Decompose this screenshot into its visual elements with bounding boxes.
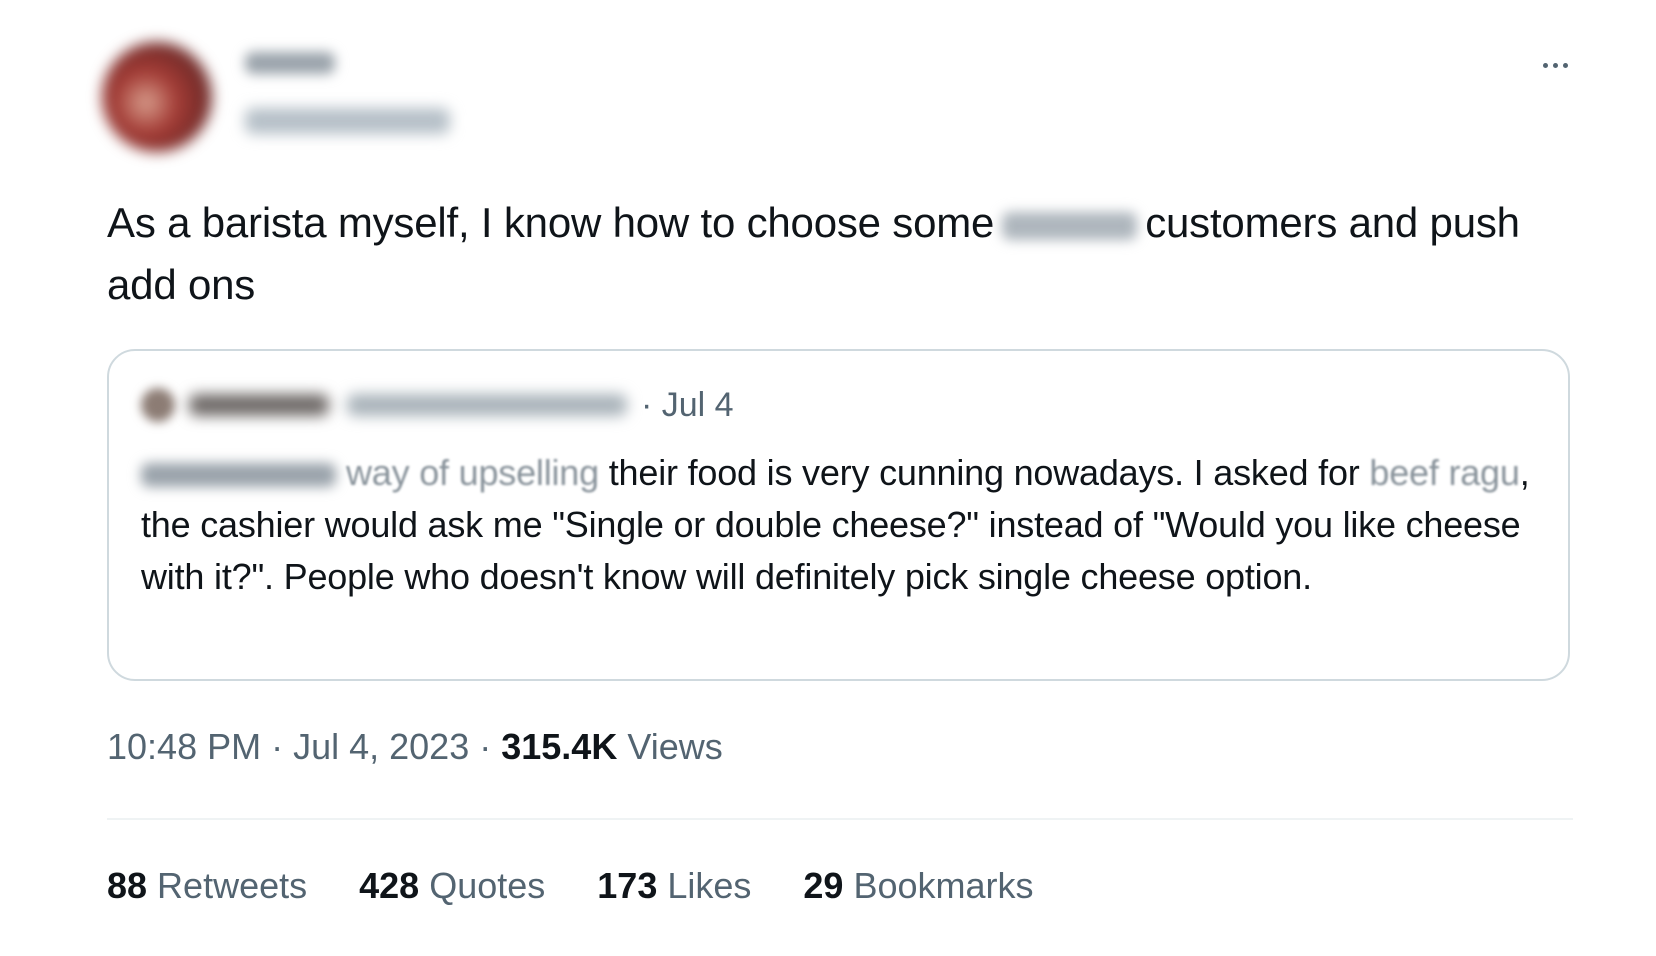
tweet-author-name-redacted[interactable]	[245, 52, 335, 74]
tweet-author-avatar[interactable]	[102, 42, 212, 152]
retweets-stat[interactable]: 88 Retweets	[107, 865, 307, 907]
likes-stat[interactable]: 173 Likes	[597, 865, 751, 907]
more-horizontal-icon	[1540, 62, 1570, 68]
quoted-author-name-redacted	[189, 394, 329, 416]
tweet-text: As a barista myself, I know how to choos…	[107, 192, 1587, 316]
quoted-text-faded: way of upselling	[346, 452, 599, 493]
quoted-tweet-date: · Jul 4	[641, 385, 734, 424]
bookmarks-count: 29	[803, 865, 844, 906]
quoted-text-redacted	[141, 463, 336, 488]
tweet-date[interactable]: Jul 4, 2023	[293, 726, 469, 767]
views-label: Views	[617, 726, 723, 767]
engagement-stats: 88 Retweets 428 Quotes 173 Likes 29 Book…	[107, 865, 1086, 907]
tweet-meta: 10:48 PM · Jul 4, 2023 · 315.4K Views	[107, 726, 723, 768]
tweet-author-handle-redacted[interactable]	[245, 108, 450, 134]
tweet-text-part1: As a barista myself, I know how to choos…	[107, 199, 995, 246]
bookmarks-label: Bookmarks	[843, 865, 1034, 906]
quotes-count: 428	[359, 865, 420, 906]
retweets-label: Retweets	[147, 865, 308, 906]
quoted-tweet-card[interactable]: · Jul 4 way of upselling their food is v…	[107, 349, 1570, 681]
retweets-count: 88	[107, 865, 148, 906]
bookmarks-stat[interactable]: 29 Bookmarks	[803, 865, 1033, 907]
quoted-text-line1: their food is very cunning nowadays. I a…	[598, 452, 1370, 493]
views-count: 315.4K	[501, 726, 618, 767]
quoted-tweet-header: · Jul 4	[141, 385, 734, 425]
quotes-stat[interactable]: 428 Quotes	[359, 865, 545, 907]
meta-separator: ·	[469, 726, 502, 767]
divider	[107, 818, 1573, 820]
quoted-text-faded2: beef ragu	[1369, 452, 1520, 493]
quotes-label: Quotes	[419, 865, 546, 906]
more-options-button[interactable]	[1530, 48, 1580, 82]
quoted-author-avatar	[141, 388, 175, 422]
tweet-time[interactable]: 10:48 PM	[107, 726, 261, 767]
likes-count: 173	[597, 865, 658, 906]
likes-label: Likes	[657, 865, 752, 906]
tweet-text-redacted-word	[1002, 211, 1138, 240]
meta-separator: ·	[261, 726, 294, 767]
quoted-tweet-text: way of upselling their food is very cunn…	[141, 447, 1541, 603]
quoted-author-handle-redacted	[347, 394, 627, 416]
